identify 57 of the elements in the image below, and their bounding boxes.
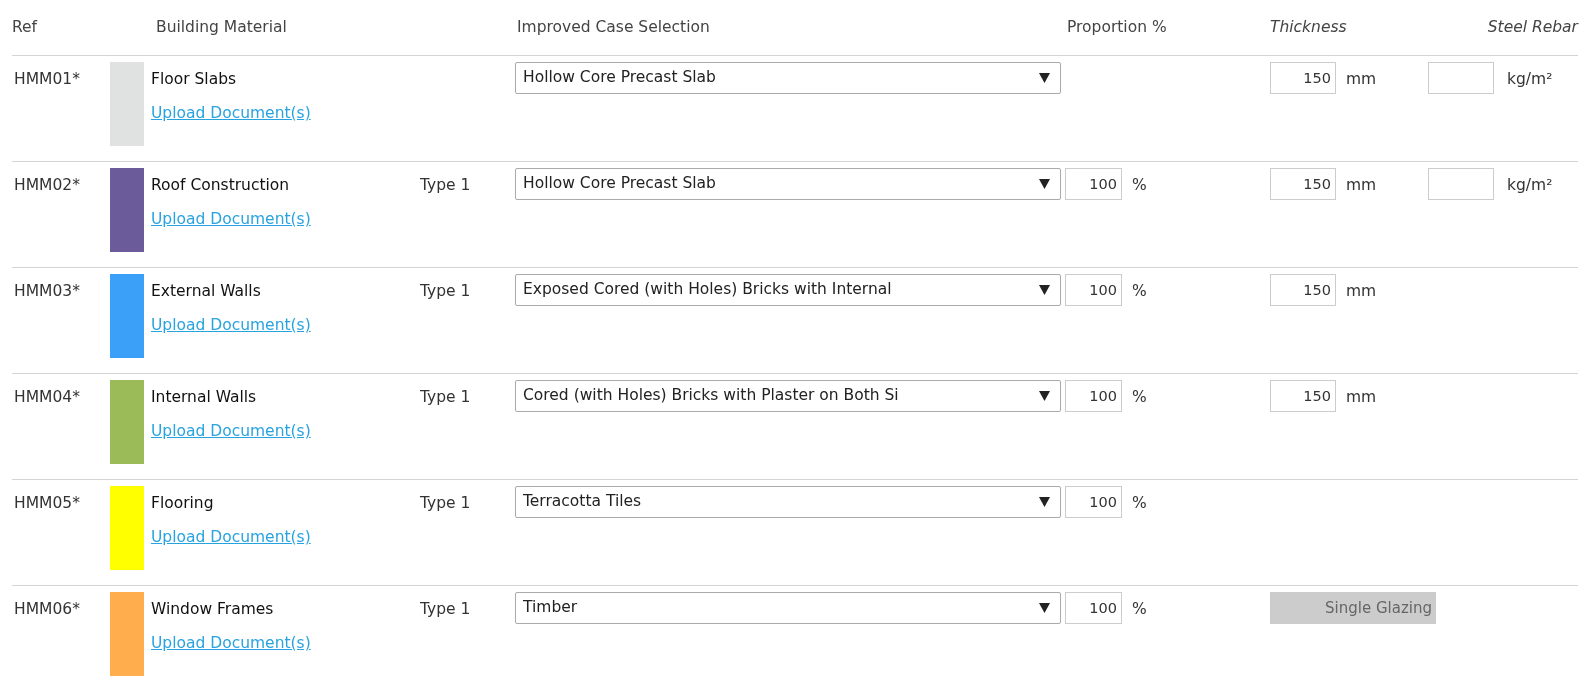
ref-code: HMM05* bbox=[13, 493, 81, 514]
number-field[interactable]: 150 bbox=[1270, 380, 1336, 412]
unit-label: kg/m² bbox=[1506, 69, 1554, 90]
dropdown-arrow-icon bbox=[1039, 179, 1050, 189]
material-dropdown[interactable]: Hollow Core Precast Slab bbox=[515, 62, 1061, 94]
unit-label: % bbox=[1131, 493, 1148, 514]
unit-label: mm bbox=[1345, 281, 1378, 302]
column-header: Improved Case Selection bbox=[516, 16, 711, 38]
type-label: Type 1 bbox=[420, 175, 472, 196]
unit-label: mm bbox=[1345, 175, 1378, 196]
material-dropdown[interactable]: Hollow Core Precast Slab bbox=[515, 168, 1061, 200]
ref-code: HMM02* bbox=[13, 175, 81, 196]
dropdown-arrow-icon bbox=[1039, 73, 1050, 83]
number-field[interactable]: 100 bbox=[1065, 168, 1122, 200]
ref-code: HMM04* bbox=[13, 387, 81, 408]
dropdown-arrow-icon bbox=[1039, 603, 1050, 613]
material-name: External Walls bbox=[150, 281, 262, 302]
material-name: Internal Walls bbox=[150, 387, 258, 408]
column-header: Proportion % bbox=[1066, 16, 1168, 38]
type-label: Type 1 bbox=[420, 387, 472, 408]
material-dropdown[interactable]: Cored (with Holes) Bricks with Plaster on Both Si bbox=[515, 380, 1061, 412]
material-dropdown[interactable]: Timber bbox=[515, 592, 1061, 624]
column-header: Steel Rebar bbox=[1487, 16, 1578, 38]
material-dropdown[interactable]: Terracotta Tiles bbox=[515, 486, 1061, 518]
type-label: Type 1 bbox=[420, 493, 472, 514]
unit-label: % bbox=[1131, 387, 1148, 408]
dropdown-arrow-icon bbox=[1039, 285, 1050, 295]
material-name: Window Frames bbox=[150, 599, 275, 620]
type-label: Type 1 bbox=[420, 599, 472, 620]
number-field[interactable]: 100 bbox=[1065, 592, 1122, 624]
material-name: Flooring bbox=[150, 493, 215, 514]
number-field[interactable]: 150 bbox=[1270, 274, 1336, 306]
dropdown-arrow-icon bbox=[1039, 391, 1050, 401]
number-field[interactable]: 150 bbox=[1270, 168, 1336, 200]
unit-label: % bbox=[1131, 599, 1148, 620]
number-field[interactable]: 150 bbox=[1270, 62, 1336, 94]
column-header: Ref bbox=[12, 16, 39, 38]
unit-label: % bbox=[1131, 175, 1148, 196]
type-label: Type 1 bbox=[420, 281, 472, 302]
material-name: Floor Slabs bbox=[150, 69, 238, 90]
number-field[interactable]: 100 bbox=[1065, 486, 1122, 518]
ref-code: HMM06* bbox=[13, 599, 81, 620]
material-name: Roof Construction bbox=[150, 175, 291, 196]
number-field[interactable]: 100 bbox=[1065, 380, 1122, 412]
number-field[interactable] bbox=[1428, 62, 1494, 94]
dropdown-arrow-icon bbox=[1039, 497, 1050, 507]
unit-label: % bbox=[1131, 281, 1148, 302]
material-dropdown[interactable]: Exposed Cored (with Holes) Bricks with Internal bbox=[515, 274, 1061, 306]
number-field[interactable]: 100 bbox=[1065, 274, 1122, 306]
ref-code: HMM01* bbox=[13, 69, 81, 90]
column-header: Thickness bbox=[1270, 16, 1348, 38]
number-field[interactable] bbox=[1428, 168, 1494, 200]
column-header: Building Material bbox=[155, 16, 288, 38]
unit-label: mm bbox=[1345, 69, 1378, 90]
ref-code: HMM03* bbox=[13, 281, 81, 302]
unit-label: kg/m² bbox=[1506, 175, 1554, 196]
unit-label: mm bbox=[1345, 387, 1378, 408]
